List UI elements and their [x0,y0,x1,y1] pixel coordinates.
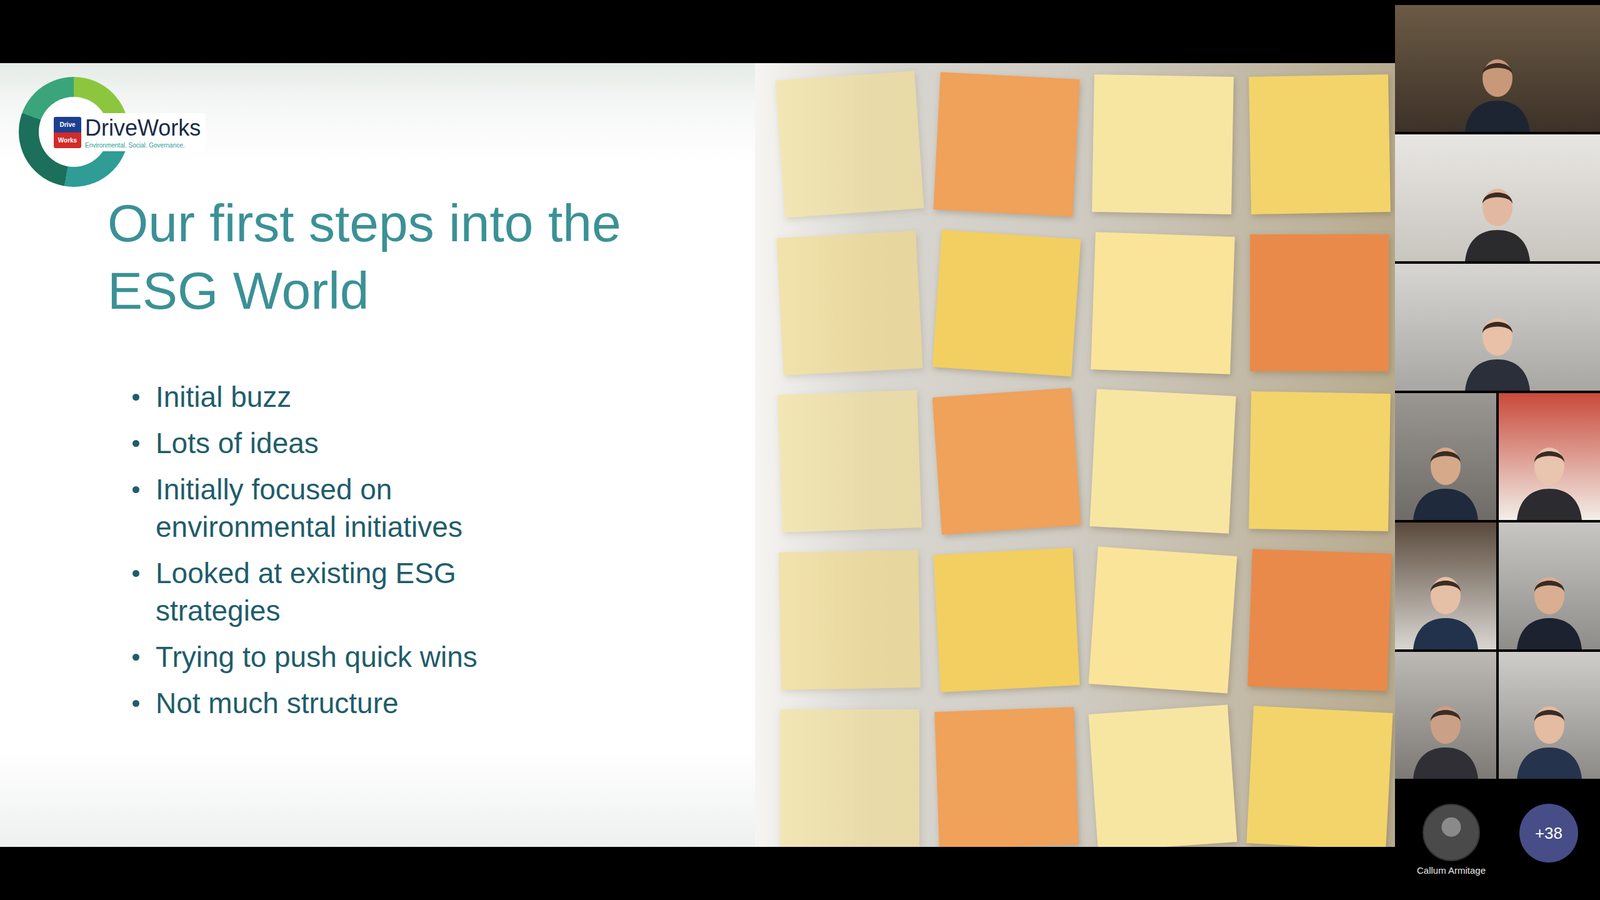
bullet-dot-icon [132,570,140,577]
meeting-window: DriveWorksDriveWorksEnvironmental. Socia… [0,0,1600,900]
sticky-note [933,547,1080,692]
video-tile[interactable] [1395,263,1600,391]
sticky-note [931,229,1080,377]
bullet-text: Trying to push quick wins [155,638,478,676]
sticky-note [775,71,924,219]
person-silhouette-icon [1408,555,1484,650]
bullet-item: Initially focused on environmental initi… [132,470,755,546]
person-silhouette-icon [1450,167,1545,262]
person-silhouette-icon [1511,555,1587,650]
sticky-note [1089,389,1236,534]
bullet-dot-icon [132,653,140,661]
video-tile[interactable] [1395,522,1497,650]
shared-screen-area: DriveWorksDriveWorksEnvironmental. Socia… [0,0,1395,900]
sticky-note [1248,74,1390,214]
bullet-item: Initial buzz [132,378,755,416]
bullet-text: Initially focused on environmental initi… [155,470,569,546]
bullet-item: Not much structure [132,684,755,722]
bullet-dot-icon [132,700,140,707]
logo-badge-icon: DriveWorks [53,116,82,149]
bullet-item: Lots of ideas [132,424,755,462]
driveworks-logo: DriveWorksDriveWorksEnvironmental. Socia… [18,76,232,190]
sticky-note [780,709,920,847]
sticky-note [1247,548,1392,691]
sticky-note [1246,706,1393,847]
person-silhouette-icon [1511,685,1587,779]
sticky-note [777,390,922,532]
bullet-text: Not much structure [155,684,399,722]
logo-tagline: Environmental. Social. Governance. [85,141,201,149]
logo-badge-top: Drive [53,116,82,133]
bullet-list: Initial buzz Lots of ideas Initially focus… [132,378,755,722]
logo-name: DriveWorks [85,115,201,141]
bullet-text: Lots of ideas [155,424,319,462]
bullet-item: Looked at existing ESG strategies [132,554,755,630]
person-silhouette-icon [1450,38,1545,132]
slide-text-panel: DriveWorksDriveWorksEnvironmental. Socia… [0,63,755,847]
person-silhouette-icon [1408,685,1484,779]
bullet-text: Initial buzz [155,378,292,416]
person-silhouette-icon [1511,426,1587,520]
bullet-dot-icon [132,440,140,447]
participant-avatar[interactable]: Callum Armitage [1416,803,1486,876]
logo-label: DriveWorksDriveWorksEnvironmental. Socia… [51,113,206,152]
logo-words: DriveWorksEnvironmental. Social. Governa… [85,115,201,149]
person-silhouette-icon [1450,296,1545,391]
video-tile[interactable] [1498,522,1600,650]
more-participants-button[interactable]: +38 [1519,803,1579,863]
video-tile-grid [1395,5,1600,779]
logo-badge-bottom: Works [53,132,82,149]
video-tile[interactable] [1395,393,1497,520]
video-tile[interactable] [1395,651,1497,779]
video-tile[interactable] [1498,651,1600,779]
sticky-note [934,707,1079,847]
video-tile[interactable] [1395,134,1600,262]
video-tile[interactable] [1395,5,1600,132]
avatar-name: Callum Armitage [1416,865,1486,876]
overflow-row: Callum Armitage +38 [1395,778,1600,876]
person-silhouette-icon [1408,426,1484,520]
participants-panel: Callum Armitage +38 [1395,0,1600,900]
sticky-note [776,230,923,375]
sticky-note [931,388,1080,535]
sticky-note [1248,391,1390,531]
slide-title: Our first steps into the ESG World [107,189,695,325]
bullet-dot-icon [132,393,140,401]
video-tile[interactable] [1498,393,1600,520]
avatar-photo [1422,803,1480,862]
bullet-text: Looked at existing ESG strategies [155,554,569,630]
sticky-note [1090,231,1235,374]
sticky-note [1091,74,1234,214]
sticky-note [1088,705,1237,847]
sticky-note [1250,234,1390,372]
sticky-note [933,71,1080,217]
slide: DriveWorksDriveWorksEnvironmental. Socia… [0,63,1395,847]
slide-photo [755,63,1395,847]
bullet-item: Trying to push quick wins [132,638,755,676]
sticky-note [778,550,920,690]
bullet-dot-icon [132,486,140,494]
sticky-note [1088,546,1237,694]
